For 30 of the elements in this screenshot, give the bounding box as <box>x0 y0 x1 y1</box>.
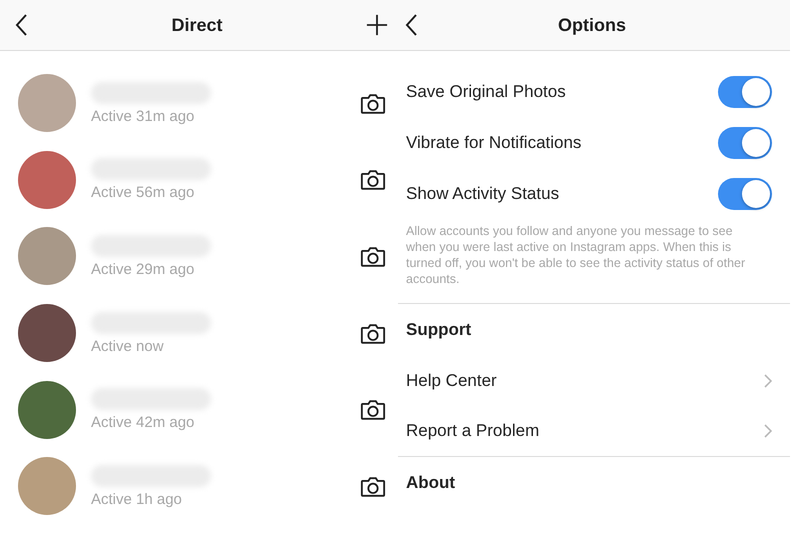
back-icon[interactable] <box>404 13 418 37</box>
toggle-switch[interactable] <box>718 126 772 158</box>
section-heading: About <box>406 472 456 492</box>
description-text: Allow accounts you follow and anyone you message to see when you were last active on Instagram apps. When this is turned off, you won't be able to see the activity status of other accounts. <box>398 223 790 304</box>
screen-title: Direct <box>170 14 224 36</box>
chevron-icon <box>764 424 772 438</box>
chevron-icon <box>764 374 772 388</box>
back-icon[interactable] <box>14 13 28 37</box>
setting-label: Vibrate for Notifications <box>406 132 582 152</box>
active-status: Active 29m ago <box>91 260 196 278</box>
camera-icon[interactable] <box>360 322 386 345</box>
setting-label: Save Original Photos <box>406 82 567 102</box>
menu-item[interactable]: Report a Problem <box>398 406 790 457</box>
setting-label: Show Activity Status <box>406 184 560 204</box>
active-status: Active 1h ago <box>91 490 183 508</box>
camera-icon[interactable] <box>360 398 386 422</box>
camera-icon[interactable] <box>360 168 386 192</box>
plus-icon[interactable] <box>366 14 388 36</box>
active-status: Active 56m ago <box>91 184 196 202</box>
active-status: Active 42m ago <box>91 414 196 432</box>
toggle-switch[interactable] <box>718 76 772 108</box>
active-status: Active now <box>91 338 165 355</box>
camera-icon[interactable] <box>360 244 386 268</box>
camera-icon[interactable] <box>360 474 386 498</box>
toggle-switch[interactable] <box>718 178 772 210</box>
camera-icon[interactable] <box>360 92 386 115</box>
menu-item[interactable]: Help Center <box>398 355 790 406</box>
screen-title: Options <box>557 14 627 36</box>
active-status: Active 31m ago <box>91 108 196 125</box>
section-heading: Support <box>406 320 472 340</box>
